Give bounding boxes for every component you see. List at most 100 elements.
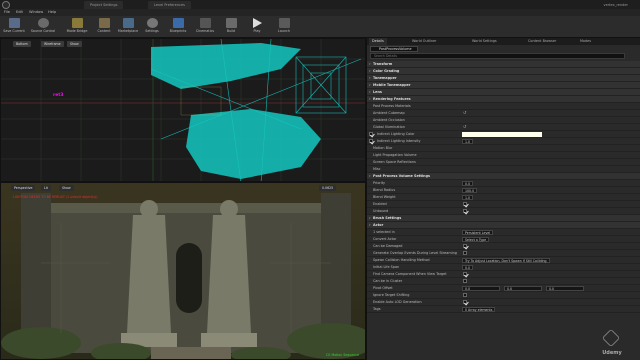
marketplace-button[interactable]: Marketplace xyxy=(115,17,141,37)
menu-edit[interactable]: Edit xyxy=(16,9,23,16)
property-value-field[interactable]: Try To Adjust Location, Don't Spawn If S… xyxy=(462,257,550,263)
show-button[interactable]: Show xyxy=(67,41,82,47)
details-property-row[interactable]: Can be in Cluster xyxy=(367,278,640,285)
menu-window[interactable]: Window xyxy=(29,9,43,16)
details-section-header[interactable]: ▾ Post Process Volume Settings xyxy=(367,173,640,180)
show-button-perspective[interactable]: Show xyxy=(59,185,74,191)
expand-arrow-icon[interactable]: ▾ xyxy=(369,173,371,179)
modes-button[interactable]: Mode Bridge xyxy=(62,17,92,37)
blueprints-button[interactable]: Blueprints xyxy=(166,17,190,37)
expand-arrow-icon[interactable]: ▾ xyxy=(369,89,371,95)
details-property-row[interactable]: Blend Weight 1.0 xyxy=(367,194,640,201)
details-search-input[interactable]: Search Details xyxy=(370,53,625,59)
details-section-header[interactable]: ▾ Rendering Features xyxy=(367,96,640,103)
details-property-row[interactable]: Misc xyxy=(367,166,640,173)
expand-arrow-icon[interactable]: ▾ xyxy=(369,222,371,228)
actor-name-field[interactable]: PostProcessVolume xyxy=(370,46,418,52)
details-property-row[interactable]: Ambient Occlusion xyxy=(367,117,640,124)
property-checkbox[interactable] xyxy=(463,272,467,276)
wireframe-mode-button[interactable]: Wireframe xyxy=(41,41,64,47)
details-property-row[interactable]: Enable Auto LOD Generation xyxy=(367,299,640,306)
property-checkbox[interactable] xyxy=(463,251,467,255)
property-value-field[interactable]: Select a Type xyxy=(462,236,490,242)
save-current-button[interactable]: Save Current xyxy=(1,17,27,37)
property-checkbox[interactable] xyxy=(463,300,467,304)
details-property-row[interactable]: Indirect Lighting Color xyxy=(367,131,640,138)
reset-to-default-icon[interactable]: ↺ xyxy=(463,110,466,116)
details-property-row[interactable]: Initial Life Span 0.0 xyxy=(367,264,640,271)
tab-level-preferences[interactable]: Level Preferences xyxy=(148,1,191,9)
property-value-field[interactable]: Persistent Level xyxy=(462,229,494,235)
details-property-row[interactable]: Post Process Materials xyxy=(367,103,640,110)
tab-world-settings[interactable]: World Settings xyxy=(469,38,500,45)
property-value-field[interactable]: 0.0 xyxy=(462,264,474,270)
perspective-viewport[interactable]: Perspective Lit Show 0.0625 LIGHTING NEE… xyxy=(0,182,366,360)
expand-arrow-icon[interactable]: ▾ xyxy=(369,68,371,74)
details-section-header[interactable]: ▾ Actor xyxy=(367,222,640,229)
tab-world-outliner[interactable]: World Outliner xyxy=(409,38,439,45)
details-property-row[interactable]: Screen Space Reflections xyxy=(367,159,640,166)
reset-to-default-icon[interactable]: ↺ xyxy=(463,124,466,130)
property-checkbox[interactable] xyxy=(463,293,467,297)
wireframe-viewport[interactable]: Bottom Wireframe Show ret3 xyxy=(0,38,366,182)
expand-arrow-icon[interactable]: ▾ xyxy=(369,215,371,221)
camera-speed-field[interactable]: 0.0625 xyxy=(319,185,337,191)
details-property-row[interactable]: Motion Blur xyxy=(367,145,640,152)
details-section-header[interactable]: ▾ Brush Settings xyxy=(367,215,640,222)
details-property-row[interactable]: Global Illumination ↺ xyxy=(367,124,640,131)
property-checkbox[interactable] xyxy=(463,244,467,248)
expand-arrow-icon[interactable]: ▾ xyxy=(369,61,371,67)
source-control-button[interactable]: Source Control xyxy=(28,17,58,37)
unreal-logo-icon[interactable] xyxy=(2,1,10,9)
property-value-field[interactable]: 100.0 xyxy=(462,187,478,193)
details-property-row[interactable]: Tags 0 Array elements xyxy=(367,306,640,313)
menu-file[interactable]: File xyxy=(4,9,10,16)
lit-button[interactable]: Lit xyxy=(41,185,51,191)
details-property-row[interactable]: Generate Overlap Events During Level Str… xyxy=(367,250,640,257)
tab-details[interactable]: Details xyxy=(369,38,387,45)
launch-button[interactable]: Launch xyxy=(274,17,294,37)
content-button[interactable]: Content xyxy=(94,17,114,37)
vector-component-field[interactable]: 0.0 xyxy=(462,285,500,291)
details-property-row[interactable]: Priority 0.0 xyxy=(367,180,640,187)
expand-arrow-icon[interactable]: ▾ xyxy=(369,82,371,88)
settings-button[interactable]: Settings xyxy=(143,17,161,37)
details-property-row[interactable]: Enabled xyxy=(367,201,640,208)
property-checkbox[interactable] xyxy=(463,279,467,283)
details-section-header[interactable]: ▾ Transform xyxy=(367,61,640,68)
color-swatch[interactable] xyxy=(462,131,542,137)
details-section-header[interactable]: ▾ Lens xyxy=(367,89,640,96)
details-property-row[interactable]: Blend Radius 100.0 xyxy=(367,187,640,194)
details-section-header[interactable]: ▾ Mobile Tonemapper xyxy=(367,82,640,89)
details-property-row[interactable]: 1 selected in Persistent Level xyxy=(367,229,640,236)
expand-arrow-icon[interactable]: ▾ xyxy=(369,96,371,102)
property-value-field[interactable]: 0 Array elements xyxy=(462,306,496,312)
details-property-row[interactable]: Ambient Cubemap ↺ xyxy=(367,110,640,117)
play-button[interactable]: Play xyxy=(248,17,266,37)
details-property-row[interactable]: Can be Damaged xyxy=(367,243,640,250)
tab-project-settings[interactable]: Project Settings xyxy=(84,1,124,9)
override-checkbox[interactable] xyxy=(369,132,373,136)
expand-arrow-icon[interactable]: ▾ xyxy=(369,75,371,81)
details-section-header[interactable]: ▾ Color Grading xyxy=(367,68,640,75)
override-checkbox[interactable] xyxy=(369,139,373,143)
vector-component-field[interactable]: 0.0 xyxy=(504,285,542,291)
details-section-header[interactable]: ▾ Tonemapper xyxy=(367,75,640,82)
details-property-row[interactable]: Unbound xyxy=(367,208,640,215)
cinematics-button[interactable]: Cinematics xyxy=(192,17,218,37)
property-checkbox[interactable] xyxy=(463,209,467,213)
perspective-button[interactable]: Perspective xyxy=(11,185,36,191)
details-property-row[interactable]: Indirect Lighting Intensity 1.0 xyxy=(367,138,640,145)
property-checkbox[interactable] xyxy=(463,202,467,206)
details-property-row[interactable]: Pivot Offset 0.0 0.0 0.0 xyxy=(367,285,640,292)
selected-actor-marker[interactable]: ret3 xyxy=(53,93,64,98)
details-property-row[interactable]: Ignore Target Shifting xyxy=(367,292,640,299)
tab-modes[interactable]: Modes xyxy=(577,38,594,45)
property-value-field[interactable]: 0.0 xyxy=(462,180,474,186)
menu-help[interactable]: Help xyxy=(48,9,56,16)
build-button[interactable]: Build xyxy=(222,17,240,37)
property-value-field[interactable]: 1.0 xyxy=(462,138,474,144)
details-property-row[interactable]: Find Camera Component When View Target xyxy=(367,271,640,278)
vector-component-field[interactable]: 0.0 xyxy=(546,285,584,291)
tab-content-browser[interactable]: Content Browser xyxy=(525,38,559,45)
